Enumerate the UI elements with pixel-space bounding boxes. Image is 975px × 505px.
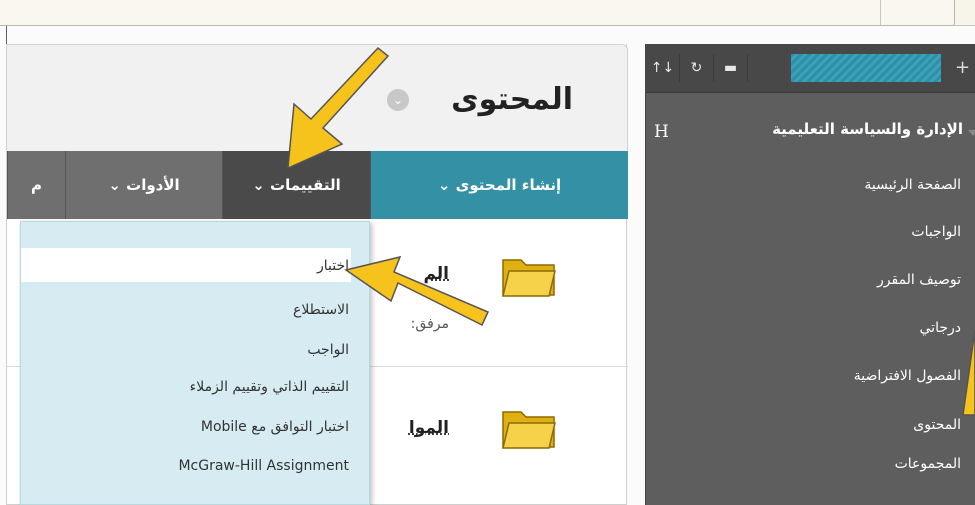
- course-title[interactable]: الإدارة والسياسة التعليمية: [772, 120, 963, 138]
- folder-icon[interactable]: ▬: [714, 54, 748, 82]
- add-icon[interactable]: +: [949, 54, 975, 82]
- assessments-dropdown-menu: اختبار الاستطلاع الواجب التقييم الذاتي و…: [20, 221, 370, 505]
- menu-item-mobile-compatible-test[interactable]: اختبار التوافق مع Mobile: [201, 419, 349, 435]
- refresh-icon[interactable]: ↻: [680, 54, 714, 82]
- top-divider: [880, 0, 881, 25]
- menu-item-mcgraw-hill-assignment[interactable]: McGraw-Hill Assignment: [178, 458, 349, 474]
- folder-icon: [502, 411, 556, 449]
- menu-item-test[interactable]: اختبار: [317, 258, 349, 274]
- sidebar-item-syllabus[interactable]: توصيف المقرر: [877, 272, 961, 288]
- tab-tools[interactable]: الأدوات ⌄: [65, 151, 222, 219]
- tab-more[interactable]: م: [7, 151, 65, 219]
- page-title: المحتوى: [451, 82, 573, 117]
- tab-create-content[interactable]: إنشاء المحتوى ⌄: [370, 151, 628, 219]
- sort-icon[interactable]: ↑↓: [646, 54, 680, 82]
- content-item-title[interactable]: الموا: [403, 418, 449, 438]
- menu-hover-highlight: [21, 248, 351, 282]
- course-sidebar: ↑↓ ↻ ▬ + الإدارة والسياسة التعليمية H ال…: [645, 44, 975, 505]
- sidebar-item-home[interactable]: الصفحة الرئيسية: [864, 177, 961, 193]
- action-bar: إنشاء المحتوى ⌄ التقييمات ⌄ الأدوات ⌄ م: [7, 151, 628, 219]
- menu-item-survey[interactable]: الاستطلاع: [293, 302, 349, 318]
- sidebar-item-my-grades[interactable]: درجاتي: [920, 320, 961, 336]
- sidebar-item-groups[interactable]: المجموعات: [895, 456, 961, 472]
- sidebar-item-assignments[interactable]: الواجبات: [911, 224, 961, 240]
- content-item-attachment: مرفق: إ: [409, 316, 449, 332]
- menu-item-self-peer-assessment[interactable]: التقييم الذاتي وتقييم الزملاء: [190, 379, 349, 395]
- browser-top-strip: [0, 0, 975, 26]
- panel-header: المحتوى ⌄: [7, 44, 628, 151]
- sidebar-toolbar: ↑↓ ↻ ▬ +: [646, 44, 975, 93]
- sidebar-item-virtual-classrooms[interactable]: الفصول الافتراضية: [854, 368, 961, 384]
- course-marker: H: [654, 122, 669, 142]
- title-menu-chevron-icon[interactable]: ⌄: [387, 89, 409, 111]
- tab-assessments[interactable]: التقييمات ⌄: [222, 151, 370, 219]
- content-item-title[interactable]: الم: [409, 264, 449, 284]
- menu-item-assignment[interactable]: الواجب: [307, 342, 349, 358]
- folder-icon: [502, 259, 556, 297]
- sidebar-search-field[interactable]: [791, 54, 941, 82]
- course-collapse-icon[interactable]: [968, 130, 975, 136]
- sidebar-item-content[interactable]: المحتوى: [913, 417, 961, 433]
- top-frame: [0, 0, 955, 26]
